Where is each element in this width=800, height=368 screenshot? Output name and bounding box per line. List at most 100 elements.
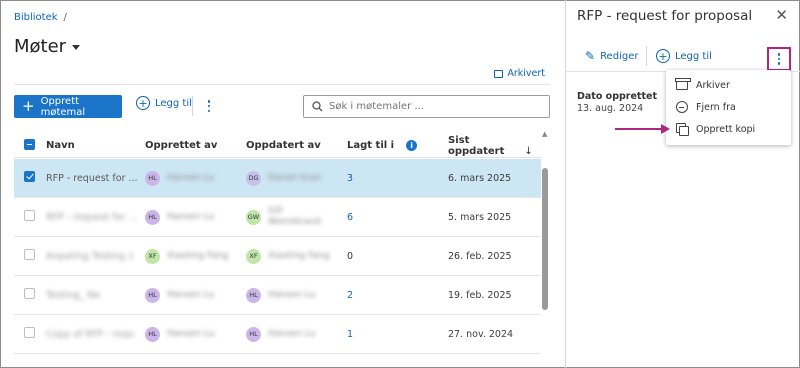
menu-item-create-copy[interactable]: Opprett kopi xyxy=(666,118,791,140)
table-body: RFP - request for ... HL Hansen Lu DG Da… xyxy=(14,159,541,354)
menu-item-label: Fjern fra xyxy=(696,101,736,113)
more-options-icon[interactable] xyxy=(204,98,214,114)
create-template-button[interactable]: + Opprett møtemal xyxy=(14,95,122,118)
row-created-by: HL Hansen Lu xyxy=(145,170,246,186)
header-added-to-label: Lagt til i xyxy=(347,140,395,151)
row-checkbox[interactable] xyxy=(24,210,35,221)
divider xyxy=(14,84,550,85)
toolbar-separator xyxy=(192,96,193,116)
row-created-by: XF Xiaoting Fang xyxy=(145,248,246,264)
row-checkbox[interactable] xyxy=(24,171,35,182)
archive-icon xyxy=(494,69,504,78)
row-last-updated: 27. nov. 2024 xyxy=(448,328,514,340)
menu-item-archive[interactable]: Arkiver xyxy=(666,74,791,96)
header-last-updated[interactable]: Sist oppdatert ↓ xyxy=(448,135,541,157)
header-created-by[interactable]: Opprettet av xyxy=(145,140,246,151)
table-row[interactable]: Testing_ Ne HL Hansen Lu HL Hansen Lu 2 … xyxy=(14,276,541,315)
avatar: HL xyxy=(145,326,160,342)
person-name: Hansen Lu xyxy=(167,329,215,339)
page-title[interactable]: Møter xyxy=(14,36,81,57)
row-updated-by: XF Xiaoting Fang xyxy=(246,248,347,264)
avatar: DG xyxy=(246,170,261,186)
row-added-to-link[interactable]: 2 xyxy=(347,290,448,301)
panel-add-label: Legg til xyxy=(675,50,712,62)
archived-link[interactable]: Arkivert xyxy=(494,68,545,79)
row-last-updated: 6. mars 2025 xyxy=(448,172,512,184)
header-added-to[interactable]: Lagt til i i xyxy=(347,140,448,151)
scroll-up-icon[interactable]: ▲ xyxy=(542,130,547,138)
header-updated-by[interactable]: Oppdatert av xyxy=(246,140,347,151)
row-checkbox[interactable] xyxy=(24,327,35,338)
breadcrumb-separator: / xyxy=(63,12,67,23)
row-created-by: HL Hansen Lu xyxy=(145,326,246,342)
pencil-icon: ✎ xyxy=(585,49,596,63)
avatar: HL xyxy=(145,287,160,303)
date-created-value: 13. aug. 2024 xyxy=(577,103,644,114)
select-all-checkbox[interactable] xyxy=(24,138,35,150)
row-added-to-link[interactable]: 1 xyxy=(347,329,448,340)
row-checkbox[interactable] xyxy=(24,288,35,299)
scrollbar[interactable]: ▲ xyxy=(541,130,549,368)
edit-button[interactable]: ✎ Rediger xyxy=(585,49,638,63)
avatar: HL xyxy=(145,170,160,186)
person-name: Hansen Lu xyxy=(167,173,215,183)
panel-toolbar: ✎ Rediger + Legg til xyxy=(566,42,800,72)
row-created-by: HL Hansen Lu xyxy=(145,209,246,225)
chevron-down-icon xyxy=(72,45,81,50)
archive-icon xyxy=(675,78,691,90)
scrollbar-thumb[interactable] xyxy=(542,168,548,310)
table-header: Navn Opprettet av Oppdatert av Lagt til … xyxy=(14,134,541,158)
more-options-icon[interactable] xyxy=(767,47,791,71)
add-to-button[interactable]: + Legg til xyxy=(136,96,192,110)
main-content: Bibliotek / Møter Arkivert + Opprett møt… xyxy=(0,0,565,368)
row-added-to-link[interactable]: 6 xyxy=(347,212,448,223)
details-panel: RFP - request for proposal ✕ ✎ Rediger +… xyxy=(565,0,800,368)
date-created-label: Dato opprettet xyxy=(577,91,657,102)
toolbar-separator xyxy=(646,46,647,66)
avatar: GW xyxy=(246,209,261,225)
row-name[interactable]: Copy of RFP - requ xyxy=(46,329,145,340)
row-added-to: 0 xyxy=(347,250,354,262)
add-circle-icon: + xyxy=(656,49,670,63)
breadcrumb: Bibliotek / xyxy=(14,12,67,23)
header-last-updated-label: Sist oppdatert xyxy=(448,134,505,157)
close-icon[interactable]: ✕ xyxy=(775,6,788,24)
search-input[interactable] xyxy=(329,101,529,112)
row-updated-by: DG Daniel Gran xyxy=(246,170,347,186)
row-last-updated: 19. feb. 2025 xyxy=(448,289,512,301)
more-options-menu: Arkiver Fjern fra Opprett kopi xyxy=(666,70,791,145)
table-row[interactable]: RFP - request for ... HL Hansen Lu DG Da… xyxy=(14,159,541,198)
row-name[interactable]: Testing_ Ne xyxy=(46,290,145,301)
avatar: XF xyxy=(246,248,261,264)
header-name[interactable]: Navn xyxy=(46,140,145,151)
menu-item-remove-from[interactable]: Fjern fra xyxy=(666,96,791,118)
person-name: Daniel Gran xyxy=(268,173,322,183)
create-template-label: Opprett møtemal xyxy=(40,95,86,118)
row-updated-by: HL Hansen Lu xyxy=(246,287,347,303)
page-title-text: Møter xyxy=(14,36,67,57)
table-row[interactable]: Anpating Testing 1 XF Xiaoting Fang XF X… xyxy=(14,237,541,276)
row-name[interactable]: RFP - request for ... xyxy=(46,212,145,223)
edit-label: Rediger xyxy=(600,50,639,62)
table-row[interactable]: Copy of RFP - requ HL Hansen Lu HL Hanse… xyxy=(14,315,541,354)
menu-item-label: Opprett kopi xyxy=(696,123,756,135)
copy-icon xyxy=(676,123,689,136)
row-added-to-link[interactable]: 3 xyxy=(347,173,448,184)
row-name[interactable]: RFP - request for ... xyxy=(46,173,145,184)
search-box[interactable] xyxy=(303,95,550,118)
avatar: HL xyxy=(246,287,261,303)
info-icon[interactable]: i xyxy=(406,140,418,151)
person-name: Hansen Lu xyxy=(167,212,215,222)
table-row[interactable]: RFP - request for ... HL Hansen Lu GW Gi… xyxy=(14,198,541,237)
breadcrumb-root-link[interactable]: Bibliotek xyxy=(14,12,58,23)
panel-add-button[interactable]: + Legg til xyxy=(656,49,712,63)
row-updated-by: HL Hansen Lu xyxy=(246,326,347,342)
person-name: Gill Wormbrand xyxy=(268,206,321,227)
person-name: Hansen Lu xyxy=(268,329,316,339)
archived-link-label: Arkivert xyxy=(507,68,545,79)
avatar: XF xyxy=(145,248,160,264)
row-last-updated: 26. feb. 2025 xyxy=(448,250,512,262)
row-name[interactable]: Anpating Testing 1 xyxy=(46,251,145,262)
person-name: Xiaoting Fang xyxy=(167,251,229,261)
row-checkbox[interactable] xyxy=(24,249,35,260)
